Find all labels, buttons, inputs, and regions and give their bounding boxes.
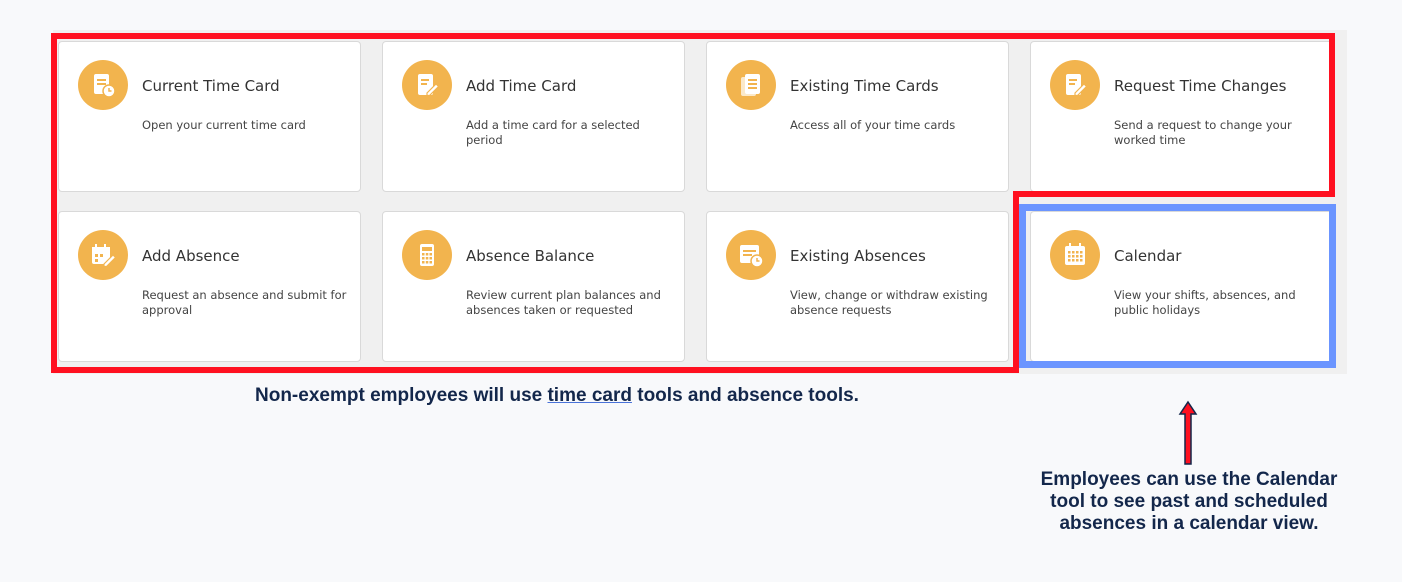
caption: Non-exempt employees will use time card …: [255, 385, 859, 407]
time-card-link[interactable]: time card: [547, 385, 631, 406]
up-arrow-icon: [1176, 400, 1200, 471]
caption-text-after: tools and absence tools.: [631, 385, 859, 406]
highlight-time-card-tools-top-bottom-right: [1013, 191, 1335, 197]
calendar-note: Employees can use the Calendar tool to s…: [1040, 469, 1338, 534]
highlight-absence-tools: [51, 191, 1019, 373]
highlight-calendar-tool: [1019, 204, 1336, 368]
caption-text-before: Non-exempt employees will use: [255, 385, 548, 406]
highlight-time-card-tools-top: [51, 33, 1335, 197]
